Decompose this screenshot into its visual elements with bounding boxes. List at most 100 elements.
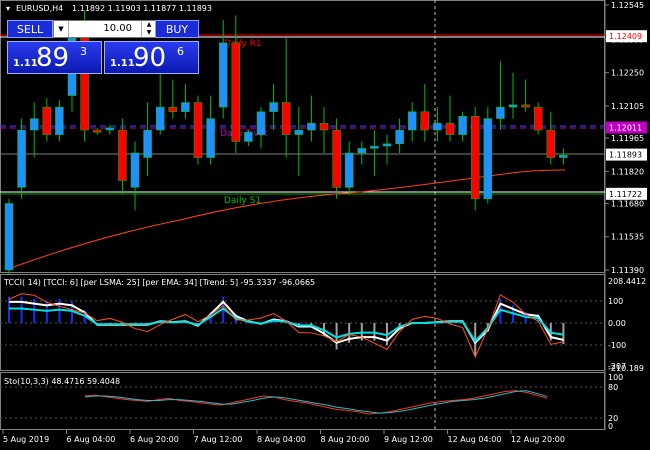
- candle-body: [206, 118, 215, 158]
- price-tick-label: 1.12250: [611, 69, 644, 78]
- lot-size-value: 10.00: [103, 23, 132, 34]
- candle-body: [483, 118, 493, 200]
- time-tick-label: 6 Aug 20:00: [130, 435, 179, 444]
- candle-body: [344, 152, 354, 188]
- price-tag-label: 1.12409: [609, 32, 642, 41]
- cci-axis-label: -100: [608, 341, 626, 350]
- lot-size-field[interactable]: ▼ 10.00 ▲ ▼: [53, 20, 157, 38]
- candle-body: [218, 42, 228, 108]
- cci-axis-label: -210.189: [608, 364, 644, 373]
- price-tick-label: 1.11965: [611, 134, 644, 143]
- symbol-label: EURUSD,H4: [16, 4, 63, 13]
- sto-axis-label: 100: [608, 373, 623, 382]
- candle-body: [269, 102, 278, 112]
- sell-price-prefix: 1.11: [13, 58, 38, 69]
- cci-cyan-line: [9, 307, 564, 343]
- price-tick-label: 1.11390: [611, 266, 644, 275]
- buy-price-box[interactable]: 1.11 90 6: [104, 41, 199, 74]
- cci-label: TCCI( 14) [TCCI: 6] [per LSMA: 25] [per …: [3, 278, 315, 287]
- time-tick-label: 5 Aug 2019: [3, 435, 49, 444]
- candle-body: [130, 152, 140, 188]
- time-axis-labels: 5 Aug 2019 6 Aug 04:00 6 Aug 20:00 7 Aug 12…: [2, 430, 565, 444]
- candle-body: [357, 148, 367, 154]
- candle-body: [319, 122, 329, 131]
- candle-body: [458, 116, 467, 135]
- buy-price-sup: 6: [177, 45, 184, 58]
- sto-axis-label: 0: [608, 422, 613, 431]
- price-tick-label: 1.11535: [611, 233, 644, 242]
- sto-label: Sto(10,3,3) 48.4716 59.4048: [4, 377, 120, 386]
- candle-body: [433, 122, 442, 131]
- lot-stepper-icon[interactable]: ▲ ▼: [141, 21, 156, 37]
- candle-body: [407, 111, 417, 131]
- candle-body: [193, 102, 203, 158]
- candle-body: [231, 42, 241, 142]
- time-tick-label: 12 Aug 04:00: [448, 435, 502, 444]
- candle-body: [155, 106, 165, 131]
- time-tick-label: 8 Aug 04:00: [257, 435, 306, 444]
- candle-body: [332, 129, 341, 188]
- candle-body: [533, 106, 543, 131]
- candle-body: [55, 106, 64, 135]
- cci-axis-label: 0.00: [608, 319, 626, 328]
- candle-body: [4, 203, 14, 271]
- sto-axis-labels: 10080200: [608, 373, 623, 431]
- sto-main-line: [84, 390, 548, 415]
- cci-lsma-line: [8, 293, 564, 359]
- candle-body: [17, 129, 26, 188]
- candle-body: [118, 129, 127, 181]
- buy-button[interactable]: BUY: [155, 20, 199, 38]
- candle-body: [370, 145, 379, 149]
- symbol-arrow-icon: ▾: [6, 4, 10, 13]
- price-tag-label: 1.12011: [609, 124, 642, 133]
- price-tick-label: 1.12105: [611, 102, 644, 111]
- one-click-trading-panel: SELL ▼ 10.00 ▲ ▼ BUY 1.11 89 3 1.11 90 6: [7, 20, 199, 74]
- candle-body: [420, 111, 430, 131]
- time-tick-label: 12 Aug 20:00: [511, 435, 565, 444]
- time-tick-label: 8 Aug 20:00: [321, 435, 370, 444]
- candle-body: [559, 155, 568, 158]
- sto-axis-label: 80: [608, 383, 618, 392]
- time-tick-label: 7 Aug 12:00: [194, 435, 243, 444]
- sto-signal-line: [84, 390, 548, 414]
- price-tag-label: 1.11722: [609, 190, 642, 199]
- price-tick-label: 1.11680: [611, 199, 644, 208]
- candle-body: [105, 127, 115, 131]
- price-tick-label: 1.12545: [611, 1, 644, 10]
- candle-body: [168, 106, 178, 112]
- candle-body: [546, 129, 556, 158]
- buy-price-prefix: 1.11: [110, 58, 135, 69]
- candle-body: [496, 106, 505, 119]
- candle-body: [92, 129, 102, 133]
- sell-price-big: 89: [36, 43, 70, 73]
- candle-body: [143, 129, 152, 158]
- candle-body: [307, 122, 316, 131]
- price-tick-label: 1.11820: [611, 167, 644, 176]
- sell-price-sup: 3: [80, 45, 87, 58]
- candle-body: [521, 104, 530, 108]
- cci-axis-label: 100: [608, 297, 623, 306]
- cci-histogram: [8, 296, 565, 356]
- candle-body: [244, 132, 253, 142]
- cci-axis-label: 208.4412: [608, 277, 646, 286]
- sell-button[interactable]: SELL: [7, 20, 53, 38]
- candle-body: [470, 116, 480, 200]
- moving-average-line: [4, 169, 566, 271]
- candle-body: [508, 104, 518, 108]
- candle-body: [382, 143, 392, 147]
- cci-axis-labels: 208.44121000.00-100-207-210.189: [608, 277, 646, 373]
- price-tag-label: 1.11893: [609, 151, 642, 160]
- candle-body: [181, 102, 190, 112]
- candle-body: [281, 102, 291, 135]
- candle-body: [445, 122, 455, 135]
- ohlc-label: 1.11892 1.11903 1.11877 1.11893: [72, 4, 212, 13]
- candle-body: [294, 129, 304, 135]
- buy-price-big: 90: [133, 43, 167, 73]
- time-tick-label: 9 Aug 12:00: [384, 435, 433, 444]
- daily-r1-label: Daily R1: [224, 39, 262, 49]
- candle-body: [29, 118, 39, 131]
- candle-body: [395, 129, 404, 145]
- candle-body: [42, 106, 52, 135]
- lot-dropdown-icon[interactable]: ▼: [54, 21, 69, 37]
- sell-price-box[interactable]: 1.11 89 3: [7, 41, 102, 74]
